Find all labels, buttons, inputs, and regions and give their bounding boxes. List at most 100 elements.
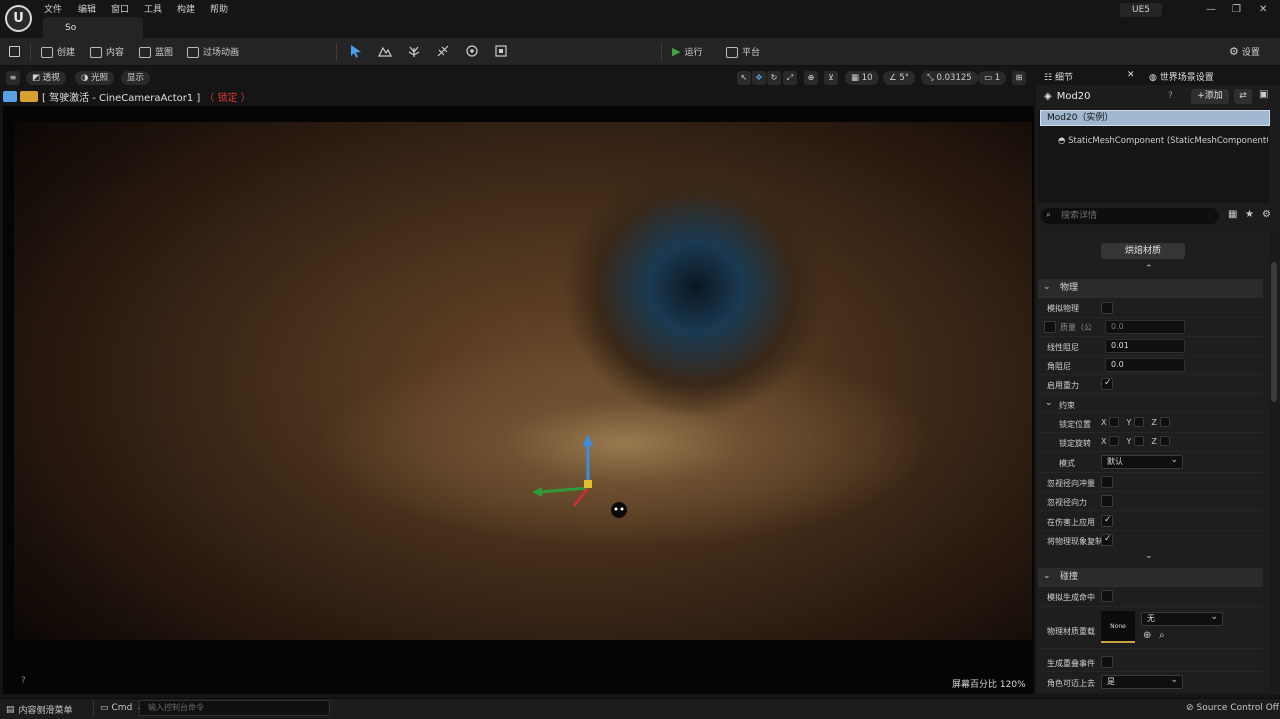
console-input[interactable]: 输入控制台命令 xyxy=(139,700,330,716)
menu-edit[interactable]: 编辑 xyxy=(78,2,96,15)
tree-item-static-mesh[interactable]: ◓ StaticMeshComponent (StaticMeshCompone… xyxy=(1058,134,1268,146)
show-button[interactable]: 显示 xyxy=(121,71,151,85)
linear-damping-field[interactable]: 0.01 xyxy=(1105,339,1185,353)
chevron-down-icon[interactable]: ⌄ xyxy=(1043,571,1051,581)
bake-material-button[interactable]: 烘焙材质 xyxy=(1101,243,1185,259)
chevron-up-icon[interactable]: ⌃ xyxy=(1145,264,1153,274)
help-icon[interactable]: ? xyxy=(21,676,26,686)
tree-item-root[interactable]: Mod20（实例） xyxy=(1040,110,1270,126)
viewport-menu-icon[interactable]: ≡ xyxy=(6,71,20,85)
chevron-down-icon[interactable]: ⌄ xyxy=(1043,282,1051,292)
settings-button[interactable]: ⚙ 设置 xyxy=(1229,45,1260,58)
translate-tool-icon[interactable]: ✥ xyxy=(752,71,766,85)
surface-snap-icon[interactable]: ⊻ xyxy=(824,71,838,85)
can-step-up-label: 角色可迈上去 xyxy=(1047,679,1095,688)
select-mode-icon[interactable] xyxy=(349,44,363,58)
mass-override-checkbox[interactable] xyxy=(1044,321,1056,333)
unreal-logo-icon[interactable]: U xyxy=(5,5,32,32)
lock-icon[interactable]: ▣ xyxy=(1259,89,1268,100)
phys-material-thumbnail[interactable]: None xyxy=(1101,611,1135,643)
simulate-physics-checkbox[interactable] xyxy=(1101,302,1113,314)
mode-dropdown[interactable]: 默认 xyxy=(1101,454,1183,469)
add-component-button[interactable]: +添加 xyxy=(1191,89,1229,104)
phys-material-dropdown[interactable]: 无 xyxy=(1141,611,1223,626)
fracture-mode-icon[interactable] xyxy=(465,44,479,58)
apply-impulse-on-damage-checkbox[interactable] xyxy=(1101,515,1113,527)
ignore-radial-force-checkbox[interactable] xyxy=(1101,495,1113,507)
lock-position-y-checkbox[interactable] xyxy=(1134,417,1145,427)
constraints-chevron-icon[interactable]: ⌄ xyxy=(1045,398,1053,408)
maximize-icon[interactable]: ❐ xyxy=(1232,4,1241,15)
transform-gizmo[interactable] xyxy=(528,430,608,515)
menu-tools[interactable]: 工具 xyxy=(144,2,162,15)
create-button[interactable]: 创建 xyxy=(41,45,75,58)
details-search-input[interactable]: 搜索详情 xyxy=(1041,208,1219,224)
use-selected-asset-icon[interactable]: ⊕ xyxy=(1143,630,1151,641)
actor-name: Mod20 xyxy=(1056,91,1091,102)
viewport-toolbar xyxy=(0,67,1034,87)
cmd-button[interactable]: ▭Cmd⌄ xyxy=(100,703,144,713)
platform-button[interactable]: 平台 xyxy=(726,45,760,58)
row-divider xyxy=(1038,472,1263,473)
scale-snap-button[interactable]: ⤡ 0.03125 xyxy=(921,71,978,85)
pilot-badge-icon[interactable] xyxy=(20,90,38,102)
replicate-physics-checkbox[interactable] xyxy=(1101,534,1113,546)
play-button[interactable]: ▶ 运行 xyxy=(672,45,702,58)
minimize-icon[interactable]: — xyxy=(1206,4,1216,15)
menu-file[interactable]: 文件 xyxy=(44,2,62,15)
gear-icon[interactable]: ⚙ xyxy=(1262,209,1271,220)
content-drawer-button[interactable]: ▤ 内容侧滑菜单 xyxy=(6,703,73,717)
blueprint-button[interactable]: 蓝图 xyxy=(139,45,173,58)
menu-help[interactable]: 帮助 xyxy=(210,2,228,15)
viewport-layout-icon[interactable]: ⊞ xyxy=(1012,71,1026,85)
cinematics-button[interactable]: 过场动画 xyxy=(187,45,239,58)
lock-position-z-checkbox[interactable] xyxy=(1159,417,1170,427)
blueprint-convert-icon[interactable]: ⇄ xyxy=(1234,89,1252,104)
section-collision[interactable]: 碰撞 xyxy=(1038,568,1263,587)
world-space-icon[interactable]: ⊕ xyxy=(804,71,818,85)
panel-scrollbar[interactable] xyxy=(1270,232,1278,692)
close-tab-icon[interactable]: ✕ xyxy=(1127,70,1135,80)
menu-window[interactable]: 窗口 xyxy=(111,2,129,15)
character-icon[interactable] xyxy=(609,500,629,520)
mass-field[interactable]: 0.0 xyxy=(1105,320,1185,334)
star-icon[interactable]: ★ xyxy=(1245,209,1254,220)
can-step-up-dropdown[interactable]: 是 xyxy=(1101,674,1183,689)
section-physics[interactable]: 物理 xyxy=(1038,279,1263,298)
lock-position-x-checkbox[interactable] xyxy=(1109,417,1120,427)
mesh-paint-mode-icon[interactable] xyxy=(436,44,450,58)
tab-details[interactable]: ☷ 细节 xyxy=(1044,70,1073,83)
select-tool-icon[interactable]: ↖ xyxy=(737,71,751,85)
camera-speed-button[interactable]: ▭ 1 xyxy=(978,71,1007,85)
enable-gravity-checkbox[interactable] xyxy=(1101,378,1113,390)
menu-build[interactable]: 构建 xyxy=(177,2,195,15)
grid-snap-button[interactable]: ▦ 10 xyxy=(845,71,879,85)
close-icon[interactable]: ✕ xyxy=(1259,4,1267,15)
ignore-radial-impulse-label: 忽视径向冲量 xyxy=(1047,479,1095,488)
browse-asset-icon[interactable]: ⌕ xyxy=(1159,630,1165,641)
lock-rotation-y-checkbox[interactable] xyxy=(1134,436,1145,446)
save-icon[interactable] xyxy=(9,46,20,57)
scale-tool-icon[interactable]: ⤢ xyxy=(783,71,797,85)
help-circle-icon[interactable]: ? xyxy=(1168,91,1173,101)
lock-rotation-z-checkbox[interactable] xyxy=(1159,436,1170,446)
chevron-down-icon[interactable]: ⌄ xyxy=(1145,551,1153,561)
landscape-mode-icon[interactable] xyxy=(378,44,392,58)
lock-rotation-x-checkbox[interactable] xyxy=(1109,436,1120,446)
rotate-tool-icon[interactable]: ↻ xyxy=(767,71,781,85)
source-control-button[interactable]: ⊘ Source Control Off xyxy=(1186,703,1279,713)
perspective-button[interactable]: ◩ 透视 xyxy=(26,71,66,85)
angular-damping-field[interactable]: 0.0 xyxy=(1105,358,1185,372)
rotation-snap-button[interactable]: ∠ 5° xyxy=(883,71,915,85)
ignore-radial-impulse-checkbox[interactable] xyxy=(1101,476,1113,488)
generate-overlap-checkbox[interactable] xyxy=(1101,656,1113,668)
lighting-button[interactable]: ◑ 光照 xyxy=(75,71,115,85)
table-view-icon[interactable]: ▦ xyxy=(1228,209,1237,220)
tab-world-settings[interactable]: ◍ 世界场景设置 xyxy=(1149,70,1214,83)
sim-generates-hit-checkbox[interactable] xyxy=(1101,590,1113,602)
content-button[interactable]: 内容 xyxy=(90,45,124,58)
foliage-mode-icon[interactable] xyxy=(407,44,421,58)
cave-scene[interactable] xyxy=(14,122,1032,640)
modeling-mode-icon[interactable] xyxy=(494,44,508,58)
level-tab[interactable]: So xyxy=(43,17,143,38)
